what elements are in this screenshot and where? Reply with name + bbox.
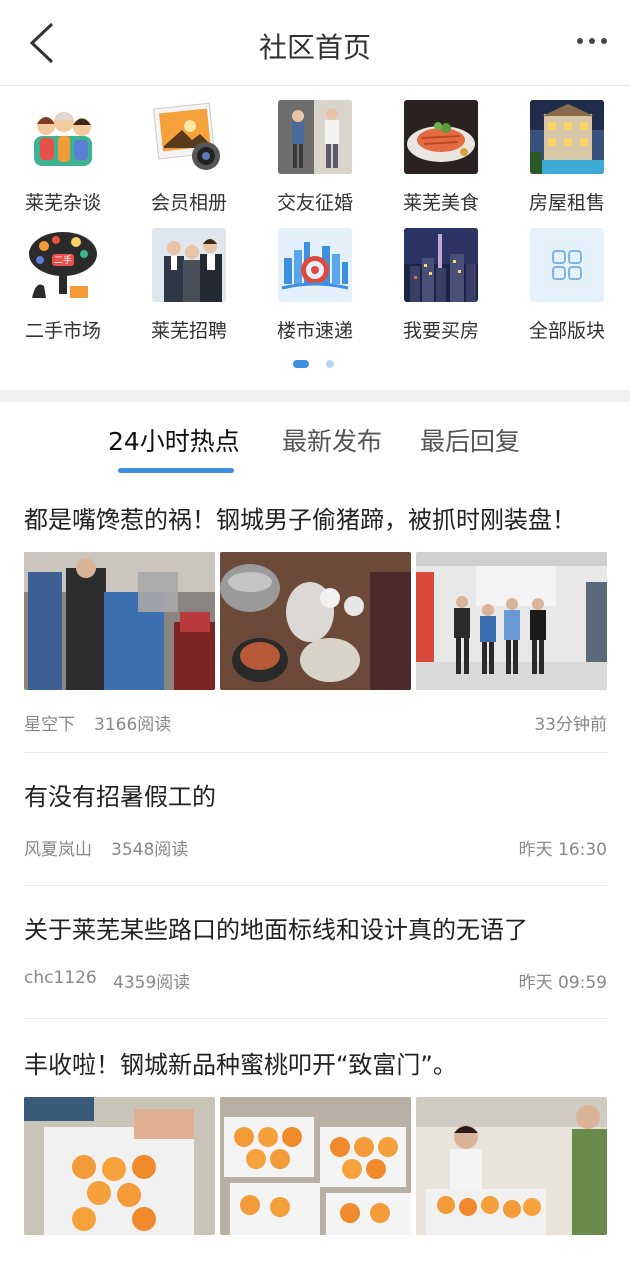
- category-label: 二手市场: [24, 320, 101, 342]
- category-recruitment[interactable]: 莱芜招聘: [134, 228, 244, 343]
- category-label: 房屋租售: [528, 192, 605, 214]
- post-image[interactable]: [220, 1097, 411, 1235]
- photo-album-icon: [152, 100, 226, 174]
- category-label: 莱芜杂谈: [24, 192, 101, 214]
- category-laiwu-food[interactable]: 莱芜美食: [386, 100, 496, 215]
- header: 社区首页: [0, 0, 630, 86]
- post-author[interactable]: 星空下: [24, 710, 75, 735]
- page-title: 社区首页: [258, 31, 371, 64]
- tab-active-indicator: [118, 468, 234, 473]
- post-image[interactable]: [220, 552, 411, 690]
- post-image[interactable]: [24, 1097, 215, 1235]
- grid-icon: [530, 228, 604, 302]
- family-cartoon-icon: [26, 100, 100, 174]
- post-image[interactable]: [416, 552, 607, 690]
- post-title[interactable]: 关于莱芜某些路口的地面标线和设计真的无语了: [24, 886, 607, 954]
- post-time: 昨天 16:30: [518, 840, 607, 860]
- tab-latest-posts[interactable]: 最新发布: [282, 422, 382, 458]
- category-label: 会员相册: [150, 192, 227, 214]
- category-second-hand[interactable]: 二手 二手市场: [8, 228, 118, 343]
- post-image[interactable]: [24, 552, 215, 690]
- post-list: 都是嘴馋惹的祸！钢城男子偷猪蹄，被抓时刚装盘！ 星空下 3166阅读 33分钟前…: [24, 478, 607, 1235]
- section-separator: [0, 390, 630, 402]
- category-housing[interactable]: 房屋租售: [512, 100, 622, 215]
- category-label: 楼市速递: [276, 320, 353, 342]
- post-author[interactable]: chc1126: [24, 968, 97, 988]
- post-title[interactable]: 都是嘴馋惹的祸！钢城男子偷猪蹄，被抓时刚装盘！: [24, 478, 607, 544]
- category-member-album[interactable]: 会员相册: [134, 100, 244, 215]
- category-dating[interactable]: 交友征婚: [260, 100, 370, 215]
- business-people-icon: [152, 228, 226, 302]
- post-item[interactable]: 关于莱芜某些路口的地面标线和设计真的无语了 chc1126 4359阅读 昨天 …: [24, 886, 607, 1019]
- post-images: [24, 1097, 607, 1235]
- category-label: 交友征婚: [276, 192, 353, 214]
- food-dish-icon: [404, 100, 478, 174]
- category-grid: 莱芜杂谈 会员相册 交友征婚 莱芜美食 房屋租售 二手 二手市场 莱芜招聘 楼市…: [0, 86, 630, 390]
- category-buy-house[interactable]: 我要买房: [386, 228, 496, 343]
- post-meta: 风夏岚山 3548阅读 昨天 16:30: [24, 821, 607, 885]
- post-meta: 星空下 3166阅读 33分钟前: [24, 690, 607, 752]
- category-laiwu-chat[interactable]: 莱芜杂谈: [8, 100, 118, 215]
- page-dot-active[interactable]: [293, 360, 309, 368]
- svg-text:二手: 二手: [54, 254, 72, 266]
- category-all-sections[interactable]: 全部版块: [512, 228, 622, 343]
- category-label: 莱芜招聘: [150, 320, 227, 342]
- post-image[interactable]: [416, 1097, 607, 1235]
- post-title[interactable]: 丰收啦！钢城新品种蜜桃叩开“致富门”。: [24, 1019, 607, 1089]
- post-images: [24, 552, 607, 690]
- post-read-count: 3166阅读: [94, 715, 172, 735]
- couple-photo-icon: [278, 100, 352, 174]
- tab-24h-hot[interactable]: 24小时热点: [108, 422, 240, 458]
- house-building-icon: [530, 100, 604, 174]
- post-time: 昨天 09:59: [518, 973, 607, 993]
- post-author[interactable]: 风夏岚山: [24, 835, 92, 860]
- page-dot[interactable]: [326, 360, 334, 368]
- post-read-count: 3548阅读: [111, 840, 189, 860]
- post-item[interactable]: 都是嘴馋惹的祸！钢城男子偷猪蹄，被抓时刚装盘！ 星空下 3166阅读 33分钟前: [24, 478, 607, 753]
- second-hand-tree-icon: 二手: [26, 228, 100, 302]
- category-label: 我要买房: [402, 320, 479, 342]
- page-indicator: [0, 358, 630, 370]
- post-meta: chc1126 4359阅读 昨天 09:59: [24, 954, 607, 1018]
- post-item[interactable]: 有没有招暑假工的 风夏岚山 3548阅读 昨天 16:30: [24, 753, 607, 886]
- tab-last-reply[interactable]: 最后回复: [420, 422, 520, 458]
- category-property-news[interactable]: 楼市速递: [260, 228, 370, 343]
- post-title[interactable]: 有没有招暑假工的: [24, 753, 607, 821]
- post-item[interactable]: 丰收啦！钢城新品种蜜桃叩开“致富门”。: [24, 1019, 607, 1235]
- post-read-count: 4359阅读: [113, 973, 191, 993]
- category-label: 全部版块: [528, 320, 605, 342]
- post-time: 33分钟前: [534, 715, 607, 735]
- city-skyline-icon: [278, 228, 352, 302]
- night-city-icon: [404, 228, 478, 302]
- more-button[interactable]: [572, 26, 612, 56]
- feed-tabs: 24小时热点 最新发布 最后回复: [0, 402, 630, 478]
- category-label: 莱芜美食: [402, 192, 479, 214]
- more-dots-icon: [577, 38, 607, 44]
